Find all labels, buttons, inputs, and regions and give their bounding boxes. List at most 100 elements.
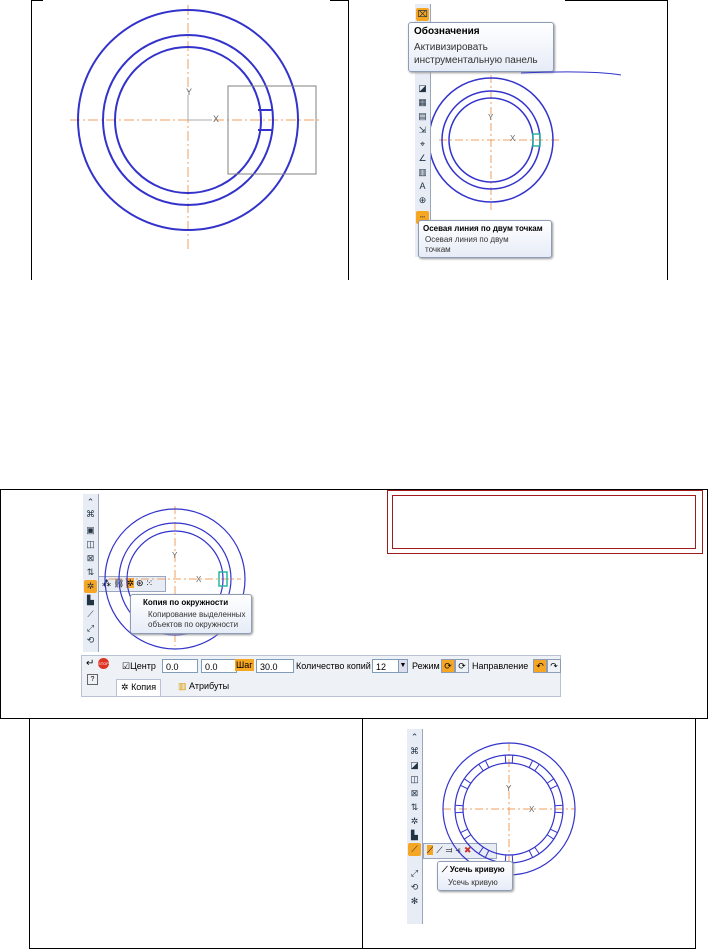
- segment-divider: [546, 778, 555, 784]
- tooltip-title: Копия по окружности: [143, 598, 229, 607]
- toolbar-button[interactable]: ✲: [408, 815, 421, 828]
- segment-divider: [463, 778, 472, 784]
- toolbar-button[interactable]: ◫: [84, 538, 97, 551]
- toolbar-button[interactable]: ⇲: [416, 124, 429, 137]
- tooltip-description-line-1: Копирование выделенных: [148, 610, 246, 619]
- mode-label: Режим: [412, 661, 440, 671]
- panel-4-right: ⌃ ⌘ ◪ ◫ ⊠ ⇅ ✲ ▙ ⟋ ⤢ ⟲ ✻ ⟋ ⟋ ⫤ ⫣ ✖ Y X ⟋ Усеч…: [363, 719, 696, 949]
- copy-circle-tooltip: Копия по окружности Копирование выделенн…: [130, 594, 252, 634]
- tooltip-title: Осевая линия по двум точкам: [423, 224, 543, 233]
- segment-divider: [478, 763, 484, 772]
- toolbar-button[interactable]: ⊕: [416, 194, 429, 207]
- vertical-toolbar: ⌃ ⌘ ◪ ◫ ⊠ ⇅ ✲ ▙ ⟋ ⤢ ⟲ ✻: [407, 729, 423, 924]
- trim-curve-button[interactable]: ⟋: [408, 843, 421, 856]
- toolbar-button[interactable]: ◪: [408, 759, 421, 772]
- segment-divider: [484, 760, 490, 768]
- stop-button[interactable]: STOP: [98, 658, 109, 669]
- toolbar-button[interactable]: ⌖: [416, 138, 429, 151]
- mode-button-2[interactable]: ⟳: [455, 659, 469, 673]
- frame-right-line: [667, 0, 668, 280]
- help-icon[interactable]: ?: [87, 674, 98, 685]
- tab-copy-label: Копия: [131, 682, 157, 692]
- toolbar-button[interactable]: ⇅: [408, 801, 421, 814]
- toolbar-button[interactable]: ⊠: [84, 552, 97, 565]
- copies-label: Количество копий: [296, 661, 371, 671]
- direction-label: Направление: [472, 661, 529, 671]
- y-axis-label: Y: [506, 784, 512, 793]
- segment-divider: [463, 834, 472, 840]
- toolbar-button[interactable]: ▤: [416, 110, 429, 123]
- toolbar-button[interactable]: ▙: [84, 594, 97, 607]
- direction-ccw-button[interactable]: ↶: [533, 659, 547, 673]
- tooltip-description-line-1: Осевая линия по двум: [425, 235, 509, 244]
- tooltip-description-line-2: инструментальную панель: [414, 55, 538, 66]
- step-label[interactable]: Шаг: [235, 659, 254, 671]
- segment-divider: [550, 784, 558, 790]
- toolbar-button[interactable]: ⊠: [408, 787, 421, 800]
- x-axis-label: X: [196, 575, 202, 584]
- segment-divider: [478, 846, 484, 855]
- toolbar-button[interactable]: ⌘: [408, 745, 421, 758]
- panel-2: ⌧ ◪ ▦ ▤ ⇲ ⌖ ∠ ▥ A ⊕ ┄ ⊙ Обозначения Акти…: [349, 0, 708, 280]
- axis-line-tooltip: Осевая линия по двум точкам Осевая линия…: [418, 220, 552, 258]
- toolbar-button[interactable]: ▙: [408, 829, 421, 842]
- copies-select[interactable]: 12: [372, 659, 400, 673]
- segment-divider: [455, 804, 464, 807]
- segment-divider: [554, 804, 563, 807]
- direction-cw-button[interactable]: ↷: [547, 659, 561, 673]
- tab-attributes-label: Атрибуты: [189, 681, 230, 691]
- y-axis-label: Y: [172, 551, 178, 560]
- toolbar-button[interactable]: ◫: [408, 773, 421, 786]
- toolbar-button[interactable]: ⟲: [408, 881, 421, 894]
- params-row: ☑Центр 0.0 0.0 Шаг 30.0 Количество копий…: [116, 656, 562, 676]
- toolbar-button[interactable]: ✻: [408, 895, 421, 908]
- toolbar-button[interactable]: ⇅: [84, 566, 97, 579]
- x-axis-label: X: [510, 134, 516, 143]
- designations-button[interactable]: ⌧: [416, 8, 429, 21]
- note-box: [387, 490, 703, 554]
- designations-tooltip: Обозначения Активизировать инструменталь…: [408, 22, 554, 72]
- toolbar-button[interactable]: A: [416, 180, 429, 193]
- panel-3: ⌃ ⌘ ▣ ◫ ⊠ ⇅ ✲ ▙ ⟋ ⤢ ⟲ ⁂ ⛓ ✲ ⊛ ⁙ Y X Копия по…: [0, 489, 708, 719]
- toolbar-button[interactable]: ▥: [416, 166, 429, 179]
- enter-icon[interactable]: ↵: [86, 658, 94, 669]
- center-x-field[interactable]: 0.0: [162, 659, 198, 673]
- segment-divider: [460, 828, 468, 834]
- mode-button-1[interactable]: ⟳: [441, 659, 455, 673]
- chevron-down-icon[interactable]: ▼: [398, 659, 408, 673]
- segment-divider: [504, 755, 507, 764]
- copy-circle-button[interactable]: ✲: [84, 580, 97, 593]
- toolbar-button[interactable]: ◪: [416, 82, 429, 95]
- toolbar-button[interactable]: ⟋: [84, 608, 97, 621]
- copy-circle-icon: ✲: [121, 682, 129, 692]
- segment-divider: [528, 760, 534, 768]
- toolbar-button[interactable]: ∠: [416, 152, 429, 165]
- tooltip-title: ⟋ Усечь кривую: [442, 865, 505, 875]
- segment-divider: [460, 784, 468, 790]
- frame-top-tick: [31, 0, 43, 1]
- toolbar-button[interactable]: ⌘: [84, 508, 97, 521]
- vertical-toolbar: ⌃ ⌘ ▣ ◫ ⊠ ⇅ ✲ ▙ ⟋ ⤢ ⟲: [83, 494, 99, 652]
- panel-4-left: [29, 719, 363, 949]
- trim-curve-tooltip: ⟋ Усечь кривую Усечь кривую: [437, 861, 513, 891]
- tooltip-description-line-2: точкам: [425, 245, 451, 254]
- toolbar-button[interactable]: ⟲: [84, 634, 97, 647]
- toolbar-button[interactable]: ▣: [84, 524, 97, 537]
- toolbar-button[interactable]: ⤢: [408, 867, 421, 880]
- drawing-canvas[interactable]: Y X: [60, 0, 340, 280]
- step-field[interactable]: 30.0: [256, 659, 294, 673]
- segment-divider: [534, 763, 540, 772]
- properties-panel: ↵ STOP ? ☑Центр 0.0 0.0 Шаг 30.0 Количес…: [81, 655, 561, 697]
- frame-left-line: [31, 0, 32, 280]
- center-label[interactable]: ☑Центр: [122, 660, 156, 672]
- trim-curve-icon: ⟋: [442, 865, 448, 874]
- center-y-field[interactable]: 0.0: [201, 659, 237, 673]
- tab-attributes[interactable]: ▥ Атрибуты: [174, 679, 233, 695]
- tab-copy[interactable]: ✲ Копия: [116, 679, 162, 697]
- toolbar-button[interactable]: ⌃: [408, 731, 421, 744]
- toolbar-button[interactable]: ▦: [416, 96, 429, 109]
- x-axis-label: X: [213, 114, 219, 124]
- tooltip-title: Обозначения: [414, 26, 480, 37]
- attributes-icon: ▥: [178, 681, 187, 691]
- segment-divider: [455, 811, 464, 814]
